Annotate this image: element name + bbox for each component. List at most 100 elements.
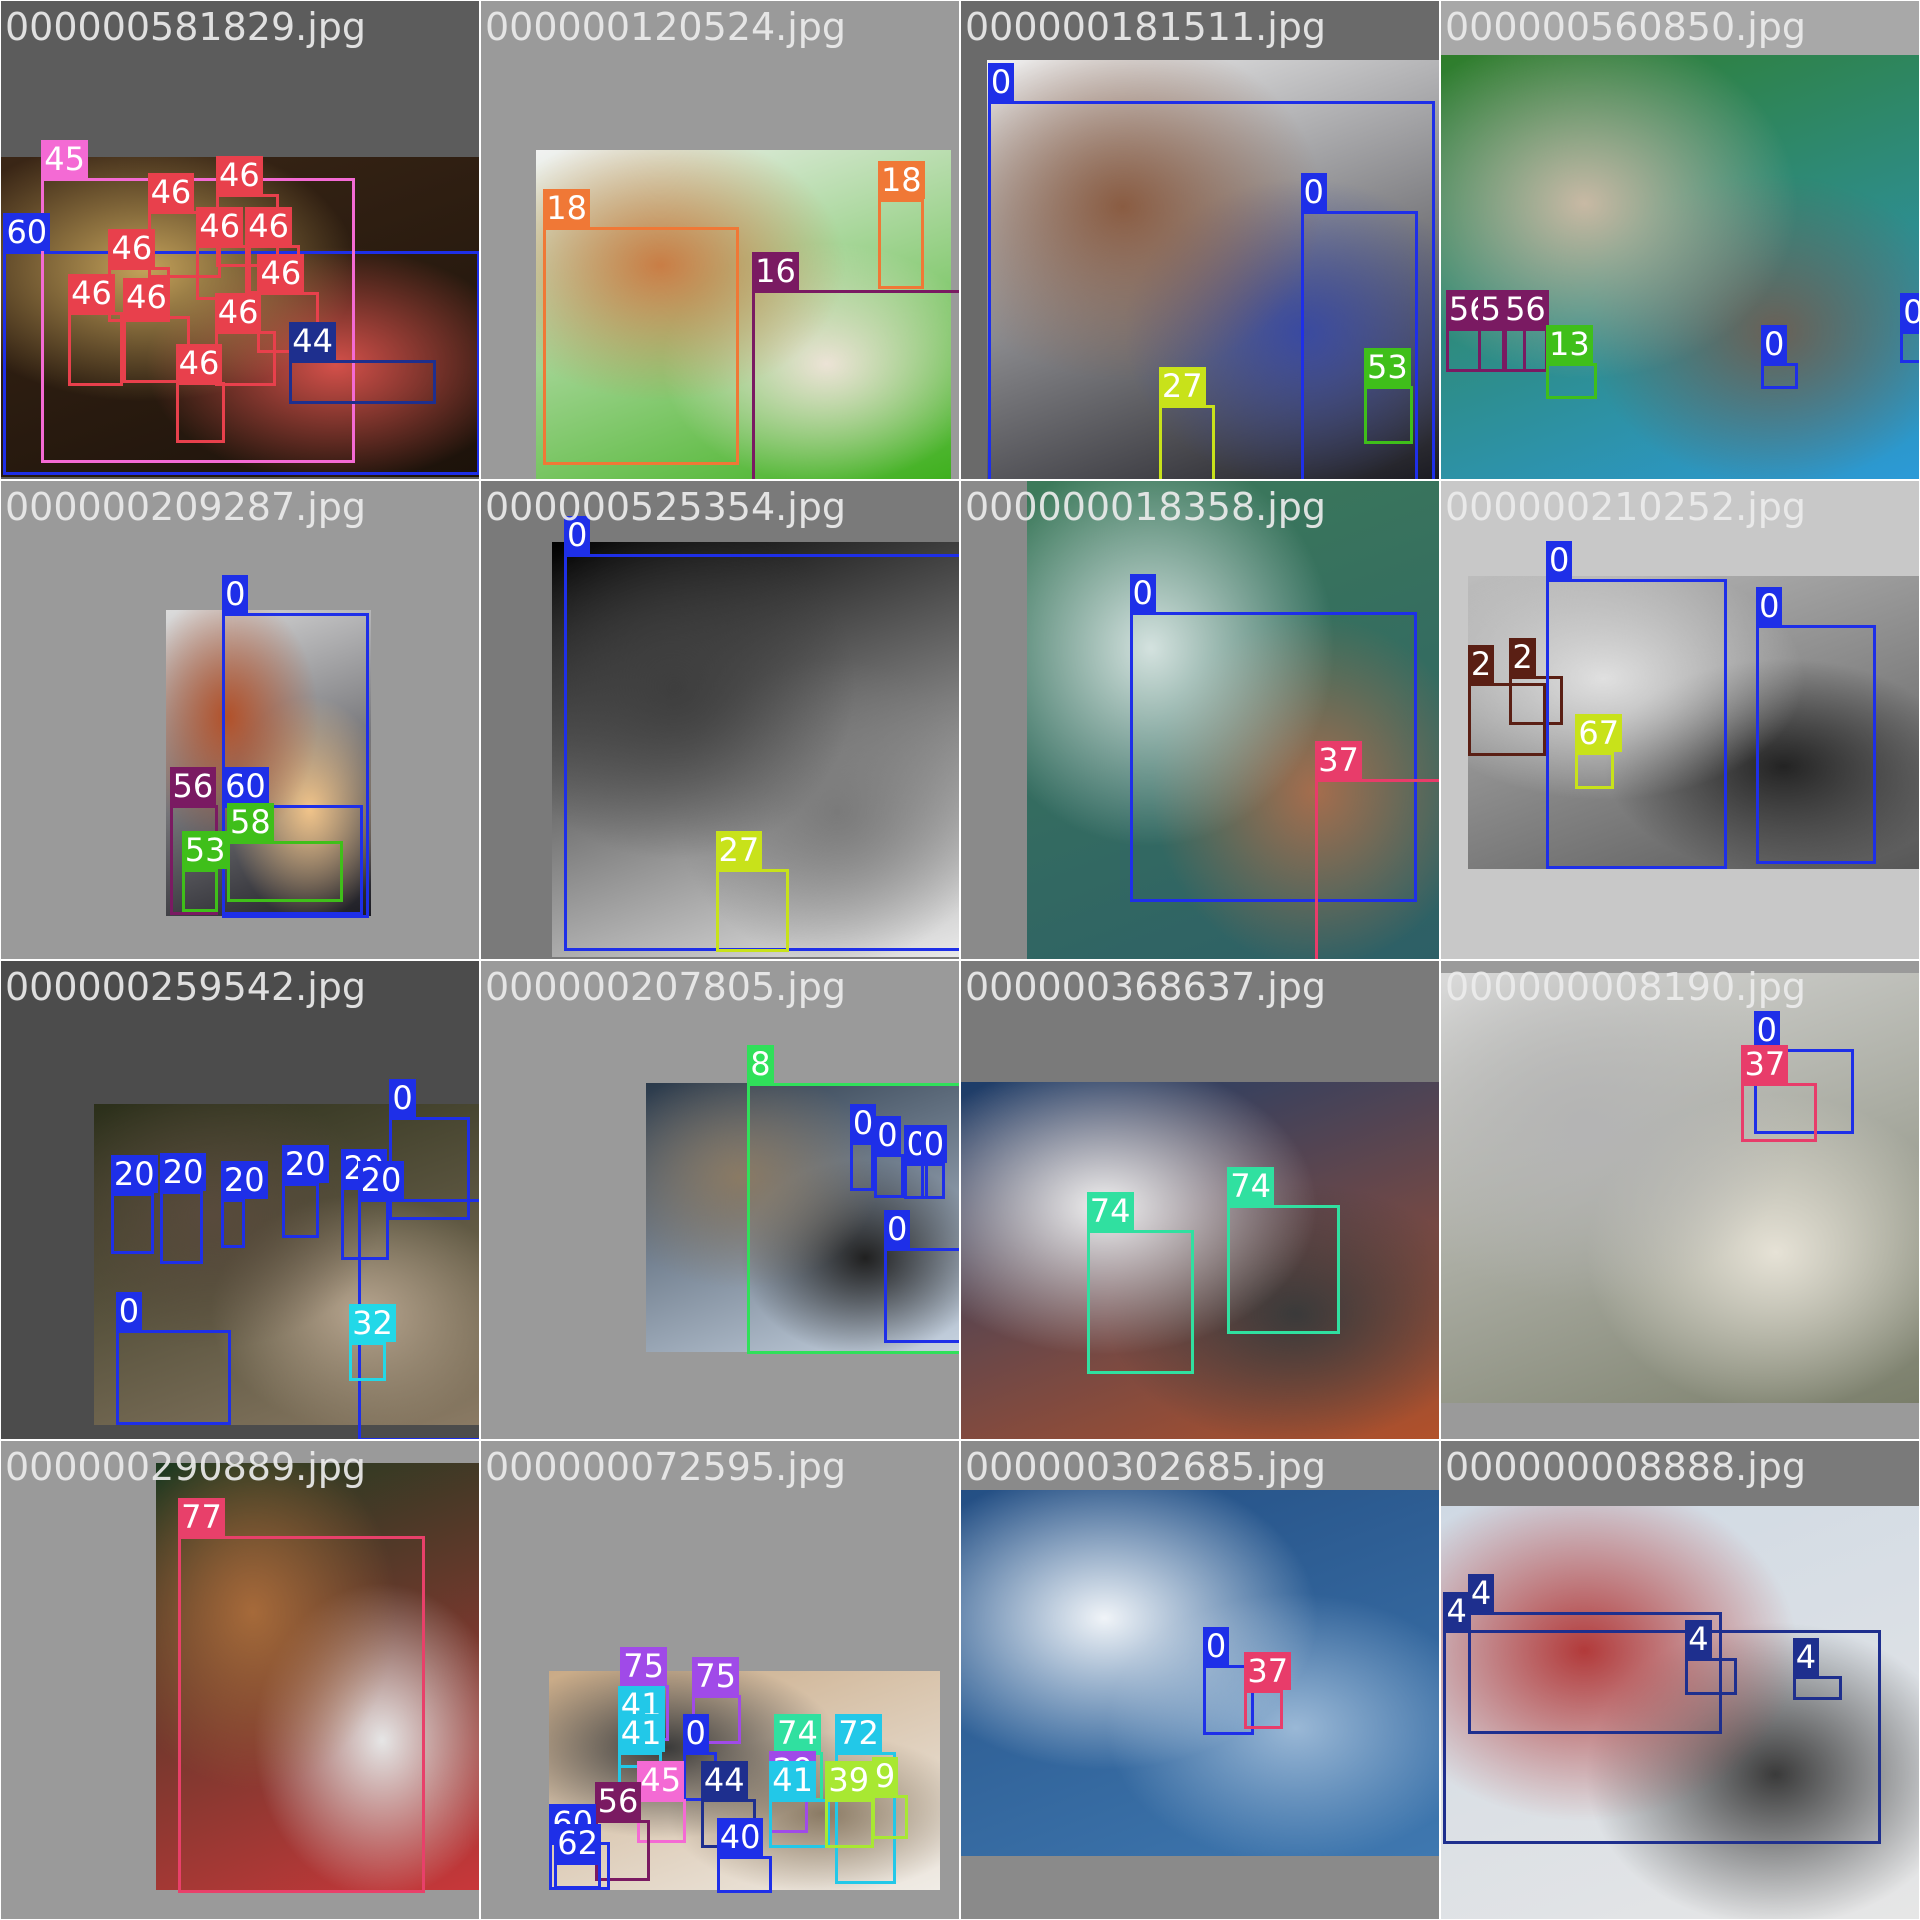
- detection-class-label: 0: [1300, 173, 1327, 212]
- detection-box: [769, 1798, 831, 1848]
- detection-class-label: 4: [1685, 1620, 1712, 1659]
- mosaic-tile: 000000290889.jpg 77: [1, 1441, 479, 1919]
- detection-class-label: 20: [357, 1161, 405, 1200]
- detection-class-label: 72: [835, 1714, 882, 1753]
- detection-box: [178, 1536, 425, 1893]
- detection-box: [1227, 1205, 1340, 1334]
- detection-class-label: 62: [554, 1824, 601, 1863]
- tile-filename: 000000018358.jpg: [965, 485, 1326, 529]
- detection-box: [1546, 578, 1727, 870]
- detection-class-label: 44: [289, 322, 336, 361]
- detection-class-label: 2: [1509, 638, 1536, 677]
- detection-box: [214, 330, 276, 386]
- detection-class-label: 4: [1467, 1573, 1495, 1612]
- detection-class-label: 0: [1202, 1626, 1230, 1665]
- detection-box: [1502, 328, 1549, 373]
- detection-box: [1086, 1229, 1195, 1374]
- detection-box: [175, 382, 225, 444]
- detection-box: [716, 1856, 772, 1893]
- detection-class-label: 20: [159, 1152, 207, 1191]
- detection-class-label: 0: [682, 1714, 709, 1753]
- detection-box: [1756, 625, 1876, 865]
- tile-filename: 000000290889.jpg: [5, 1445, 366, 1489]
- detection-box: [1900, 330, 1919, 363]
- detection-class-label: 27: [1158, 367, 1206, 406]
- detection-class-label: 46: [175, 344, 223, 383]
- detection-class-label: 9: [871, 1757, 899, 1796]
- detection-class-label: 2: [1467, 644, 1495, 683]
- detection-class-label: 16: [752, 252, 799, 291]
- detection-class-label: 46: [215, 155, 263, 194]
- detection-box: [920, 1162, 946, 1200]
- detection-class-label: 56: [1502, 290, 1549, 329]
- detection-box: [1244, 1690, 1284, 1730]
- detection-class-label: 20: [110, 1155, 158, 1194]
- tile-filename: 000000207805.jpg: [485, 965, 846, 1009]
- detection-class-label: 0: [389, 1079, 416, 1118]
- detection-class-label: 0: [987, 63, 1015, 102]
- mosaic-tile: 000000581829.jpg 60 45 46 46 46 46 46 46 46 46 46 46…: [1, 1, 479, 479]
- tile-filename: 000000209287.jpg: [5, 485, 366, 529]
- detection-class-label: 53: [1364, 347, 1411, 386]
- detection-class-label: 67: [1575, 714, 1623, 753]
- photo-thumbnail: [961, 1081, 1439, 1439]
- detection-class-label: 8: [747, 1045, 774, 1084]
- detection-class-label: 18: [877, 160, 925, 199]
- detection-class-label: 44: [700, 1760, 748, 1799]
- detection-box: [1315, 779, 1439, 959]
- mosaic-tile: 000000210252.jpg 2 2 0 0 67: [1441, 481, 1919, 959]
- tile-filename: 000000302685.jpg: [965, 1445, 1326, 1489]
- detection-box: [871, 1795, 909, 1840]
- detection-class-label: 53: [181, 831, 229, 870]
- detection-box: [281, 1183, 319, 1239]
- detection-class-label: 46: [245, 207, 292, 246]
- detection-class-label: 74: [1227, 1167, 1274, 1206]
- detection-class-label: 40: [716, 1818, 764, 1857]
- tile-filename: 000000560850.jpg: [1445, 5, 1806, 49]
- detection-class-label: 0: [874, 1115, 901, 1154]
- detection-class-label: 0: [222, 574, 249, 613]
- detection-class-label: 77: [178, 1498, 225, 1537]
- mosaic-tile: 000000018358.jpg 0 37: [961, 481, 1439, 959]
- detection-box: [874, 1153, 904, 1198]
- detection-class-label: 75: [692, 1657, 740, 1696]
- tile-filename: 000000008888.jpg: [1445, 1445, 1806, 1489]
- detection-box: [752, 290, 959, 479]
- detection-class-label: 45: [637, 1760, 685, 1799]
- detection-box: [115, 1329, 231, 1426]
- detection-box: [554, 1862, 601, 1890]
- detection-class-label: 0: [115, 1291, 143, 1330]
- tile-filename: 000000259542.jpg: [5, 965, 366, 1009]
- detection-class-label: 60: [222, 766, 269, 805]
- mosaic-tile: 000000368637.jpg 74 74: [961, 961, 1439, 1439]
- detection-box: [1546, 362, 1598, 400]
- detection-class-label: 46: [257, 253, 305, 292]
- mosaic-tile: 000000525354.jpg 0 27: [481, 481, 959, 959]
- detection-class-label: 74: [774, 1714, 821, 1753]
- detection-class-label: 46: [147, 173, 195, 212]
- detection-class-label: 0: [1546, 540, 1573, 579]
- detection-class-label: 46: [214, 292, 262, 331]
- mosaic-tile: 000000181511.jpg 0 0 27 53: [961, 1, 1439, 479]
- detection-class-label: 37: [1244, 1652, 1292, 1691]
- detection-class-label: 4: [1443, 1592, 1470, 1631]
- detection-box: [715, 869, 789, 953]
- detection-box: [289, 360, 436, 405]
- detection-box: [226, 841, 343, 903]
- detection-class-label: 13: [1546, 324, 1593, 363]
- photo-thumbnail: [961, 1489, 1439, 1857]
- detection-box: [877, 198, 925, 290]
- detection-class-label: 39: [825, 1760, 873, 1799]
- detection-box: [1575, 752, 1615, 789]
- mosaic-tile: 000000302685.jpg 0 37: [961, 1441, 1439, 1919]
- detection-class-label: 41: [617, 1714, 665, 1753]
- detection-class-label: 46: [196, 207, 244, 246]
- detection-box: [1158, 405, 1216, 479]
- detection-class-label: 0: [884, 1210, 911, 1249]
- detection-class-label: 18: [543, 188, 590, 227]
- detection-box: [349, 1342, 386, 1382]
- detection-box: [825, 1798, 875, 1848]
- detection-box: [220, 1199, 246, 1248]
- photo-thumbnail: [1441, 54, 1919, 479]
- mosaic-tile: 000000560850.jpg 56 56 56 13 0 0: [1441, 1, 1919, 479]
